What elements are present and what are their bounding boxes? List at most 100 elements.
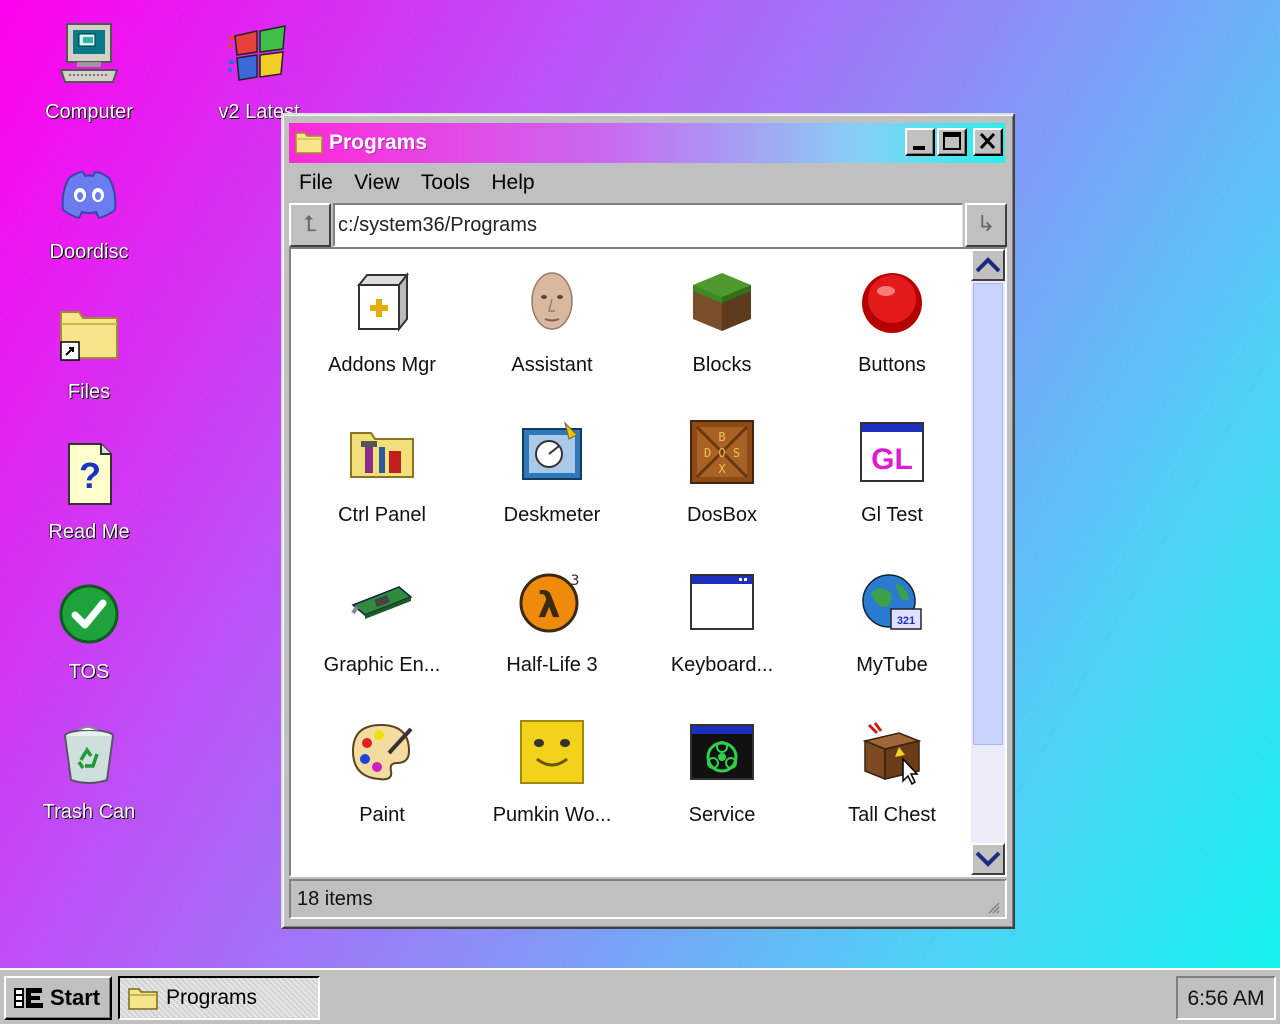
minimize-button[interactable]: [905, 128, 935, 156]
svg-text:B: B: [718, 430, 725, 444]
folder-icon: [128, 988, 158, 1010]
item-count: 18 items: [297, 888, 373, 910]
menu-help[interactable]: Help: [485, 169, 545, 195]
address-input[interactable]: c:/system36/Programs: [333, 203, 963, 247]
system-tray-clock[interactable]: 6:56 AM: [1176, 976, 1276, 1020]
file-item-blocks[interactable]: Blocks: [637, 261, 807, 411]
file-item-addons-mgr[interactable]: Addons Mgr: [297, 261, 467, 411]
svg-text:3: 3: [571, 573, 580, 589]
file-item-deskmeter[interactable]: Deskmeter: [467, 411, 637, 561]
scroll-up-button[interactable]: [971, 249, 1005, 281]
menu-view[interactable]: View: [348, 169, 410, 195]
control-panel-folder-icon: [350, 432, 414, 478]
taskbar: Start Programs 6:56 AM: [0, 968, 1280, 1024]
file-item-label: Buttons: [858, 354, 926, 376]
file-view: Addons Mgr Assistant Blocks Buttons Ctrl…: [289, 247, 1007, 877]
desktop-icon-trash-can[interactable]: Trash Can: [24, 722, 154, 824]
desktop-icon-label: Trash Can: [42, 801, 136, 823]
start-button[interactable]: Start: [4, 976, 112, 1020]
desktop-icon-computer[interactable]: Computer: [24, 22, 154, 124]
menu-tools[interactable]: Tools: [415, 169, 481, 195]
scroll-down-button[interactable]: [971, 843, 1005, 875]
file-item-assistant[interactable]: Assistant: [467, 261, 637, 411]
up-folder-button[interactable]: ⮤: [289, 203, 331, 247]
minimize-icon: [913, 146, 925, 150]
taskbar-button-label: Programs: [166, 986, 258, 1009]
file-item-buttons[interactable]: Buttons: [807, 261, 977, 411]
desktop: Computer v2 Latest Doordisc Files ? Read…: [0, 0, 1280, 968]
desktop-icon-tos[interactable]: TOS: [24, 582, 154, 684]
close-button[interactable]: [973, 128, 1003, 156]
maximize-icon: [943, 132, 961, 150]
desktop-icon-label: TOS: [68, 661, 110, 683]
go-button[interactable]: ↳: [965, 203, 1007, 247]
svg-text:321: 321: [897, 615, 915, 627]
gl-window-icon: GL: [860, 422, 924, 482]
desktop-icon-label: Files: [67, 381, 111, 403]
addons-box-icon: [356, 272, 410, 332]
biohazard-window-icon: [690, 724, 754, 780]
desktop-icon-doordisc[interactable]: Doordisc: [24, 162, 154, 264]
file-item-pumkin-world[interactable]: Pumkin Wo...: [467, 711, 637, 861]
mytube-globe-icon: 321: [862, 574, 922, 630]
maximize-button[interactable]: [937, 128, 967, 156]
desktop-icon-read-me[interactable]: ? Read Me: [24, 442, 154, 544]
address-bar: ⮤ c:/system36/Programs ↳: [289, 203, 1007, 247]
vertical-scrollbar[interactable]: [971, 249, 1005, 875]
grass-block-icon: [693, 273, 751, 331]
file-item-label: Graphic En...: [323, 654, 441, 676]
deskmeter-icon: [522, 421, 582, 480]
svg-text:D O S: D O S: [704, 446, 740, 460]
menu-file[interactable]: File: [293, 169, 344, 195]
svg-text:λ: λ: [538, 585, 561, 626]
file-item-graphic-engine[interactable]: Graphic En...: [297, 561, 467, 711]
recycle-bin-icon: [64, 726, 114, 784]
file-item-label: MyTube: [856, 654, 928, 676]
dosbox-icon: B D O S X: [690, 420, 754, 484]
help-document-icon: ?: [68, 443, 112, 505]
windows-logo-icon: [228, 25, 286, 81]
taskbar-button-programs[interactable]: Programs: [118, 976, 320, 1020]
file-item-label: Service: [688, 804, 756, 826]
resize-grip-icon[interactable]: [985, 899, 1001, 915]
window-title: Programs: [329, 131, 428, 154]
checkmark-icon: [59, 584, 119, 644]
close-icon: [979, 132, 996, 150]
file-item-tall-chest[interactable]: Tall Chest: [807, 711, 977, 861]
file-item-keyboard[interactable]: Keyboard...: [637, 561, 807, 711]
file-item-dosbox[interactable]: B D O S X DosBox: [637, 411, 807, 561]
folder-shortcut-icon: [60, 311, 118, 361]
chevron-down-icon: [975, 851, 1001, 867]
graphics-card-icon: [351, 586, 413, 619]
file-item-label: Ctrl Panel: [338, 504, 426, 526]
file-item-label: Assistant: [511, 354, 593, 376]
file-item-label: Paint: [359, 804, 405, 826]
start-label: Start: [50, 985, 101, 1010]
clock: 6:56 AM: [1187, 987, 1265, 1010]
svg-text:?: ?: [79, 455, 101, 496]
yellow-face-icon: [520, 720, 584, 784]
discord-icon: [61, 170, 117, 220]
half-life-icon: λ 3: [519, 573, 580, 633]
desktop-icon-v2-latest[interactable]: v2 Latest: [194, 22, 324, 124]
start-logo-icon: [14, 988, 43, 1008]
enter-arrow-icon: ↳: [976, 211, 996, 236]
folder-icon: [295, 132, 323, 154]
desktop-icon-files[interactable]: Files: [24, 302, 154, 404]
file-item-label: Tall Chest: [848, 804, 936, 826]
file-item-mytube[interactable]: 321 MyTube: [807, 561, 977, 711]
file-item-paint[interactable]: Paint: [297, 711, 467, 861]
file-item-label: Deskmeter: [503, 504, 601, 526]
chevron-up-icon: [975, 257, 1001, 273]
file-item-label: Gl Test: [861, 504, 923, 526]
file-item-ctrl-panel[interactable]: Ctrl Panel: [297, 411, 467, 561]
scroll-thumb[interactable]: [973, 283, 1003, 745]
computer-icon: [59, 23, 119, 83]
desktop-icon-label: Read Me: [48, 521, 130, 543]
up-arrow-icon: ⮤: [303, 211, 317, 236]
file-item-label: Pumkin Wo...: [492, 804, 612, 826]
file-item-gl-test[interactable]: GL Gl Test: [807, 411, 977, 561]
file-item-half-life-3[interactable]: λ 3 Half-Life 3: [467, 561, 637, 711]
file-item-service[interactable]: Service: [637, 711, 807, 861]
window-titlebar[interactable]: Programs: [289, 123, 1005, 163]
